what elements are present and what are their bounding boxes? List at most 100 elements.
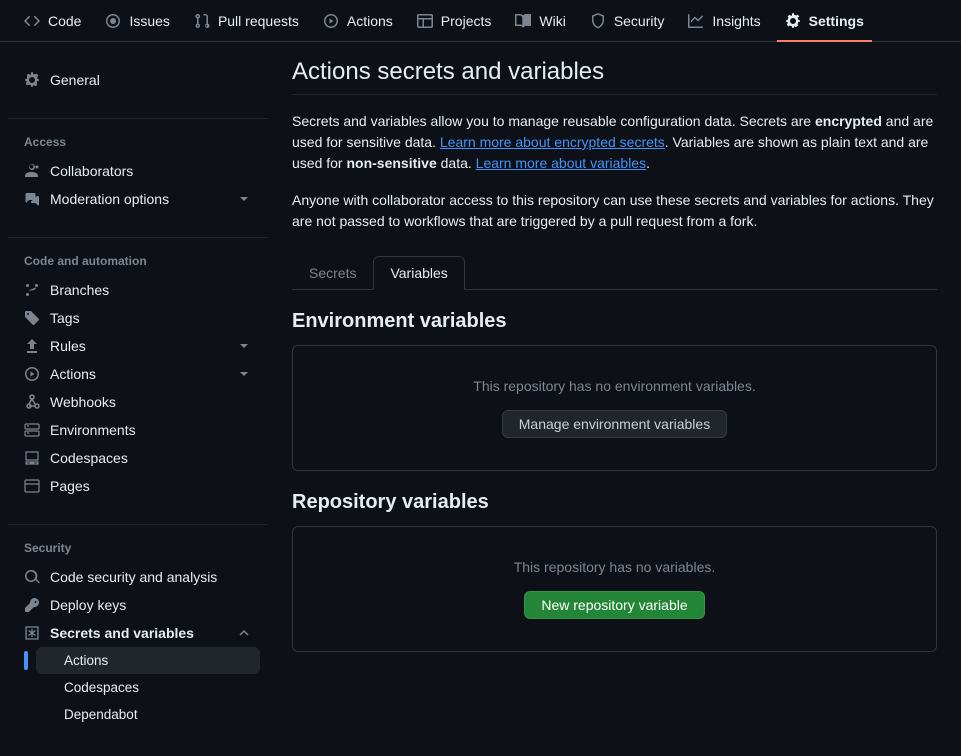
comment-discussion-icon [24, 191, 40, 207]
manage-environment-variables-button[interactable]: Manage environment variables [502, 410, 727, 438]
repo-empty-text: This repository has no variables. [309, 559, 920, 575]
intro-seg: data. [437, 155, 476, 171]
nav-issues-label: Issues [129, 13, 169, 29]
tag-icon [24, 310, 40, 326]
chevron-down-icon [236, 338, 252, 354]
sidebar-item-branches[interactable]: Branches [16, 276, 260, 304]
nav-pull-requests[interactable]: Pull requests [186, 0, 307, 41]
nav-projects[interactable]: Projects [409, 0, 500, 41]
sidebar-subgroup-secrets: Actions Codespaces Dependabot [16, 647, 260, 728]
browser-icon [24, 478, 40, 494]
link-variables[interactable]: Learn more about variables [476, 155, 646, 171]
sidebar-item-label: Environments [50, 422, 136, 438]
codescan-icon [24, 569, 40, 585]
graph-icon [688, 13, 704, 29]
sidebar-item-actions[interactable]: Actions [16, 360, 260, 388]
sidebar-item-collaborators[interactable]: Collaborators [16, 157, 260, 185]
sidebar-item-rules[interactable]: Rules [16, 332, 260, 360]
gear-icon [24, 72, 40, 88]
nav-actions-label: Actions [347, 13, 393, 29]
tab-variables[interactable]: Variables [373, 256, 464, 290]
sidebar-item-label: Actions [64, 653, 108, 668]
sidebar-item-label: Actions [50, 366, 96, 382]
sidebar-item-deploy-keys[interactable]: Deploy keys [16, 591, 260, 619]
nav-code[interactable]: Code [16, 0, 89, 41]
chevron-up-icon [236, 625, 252, 641]
environment-variables-box: This repository has no environment varia… [292, 345, 937, 471]
repo-nav: Code Issues Pull requests Actions Projec… [0, 0, 961, 42]
nav-wiki[interactable]: Wiki [507, 0, 573, 41]
nav-settings-label: Settings [809, 13, 864, 29]
nav-code-label: Code [48, 13, 81, 29]
sidebar-item-pages[interactable]: Pages [16, 472, 260, 500]
sidebar-subitem-dependabot[interactable]: Dependabot [36, 701, 260, 728]
nav-pr-label: Pull requests [218, 13, 299, 29]
sidebar-subitem-actions[interactable]: Actions [36, 647, 260, 674]
git-branch-icon [24, 282, 40, 298]
sidebar-subitem-codespaces[interactable]: Codespaces [36, 674, 260, 701]
play-icon [323, 13, 339, 29]
people-icon [24, 163, 40, 179]
codespaces-icon [24, 450, 40, 466]
sidebar-item-code-security[interactable]: Code security and analysis [16, 563, 260, 591]
intro-seg: . [646, 155, 650, 171]
intro-text: Secrets and variables allow you to manag… [292, 111, 937, 232]
secrets-variables-tabs: Secrets Variables [292, 256, 937, 290]
intro-strong: non-sensitive [346, 155, 436, 171]
sidebar-item-label: Codespaces [64, 680, 139, 695]
sidebar-item-label: Tags [50, 310, 80, 326]
intro-seg: Secrets and variables allow you to manag… [292, 113, 815, 129]
intro-strong: encrypted [815, 113, 882, 129]
settings-sidebar: General Access Collaborators Moderation … [0, 42, 276, 756]
server-icon [24, 422, 40, 438]
sidebar-item-moderation[interactable]: Moderation options [16, 185, 260, 213]
sidebar-item-secrets-variables[interactable]: Secrets and variables [16, 619, 260, 647]
nav-wiki-label: Wiki [539, 13, 565, 29]
book-icon [515, 13, 531, 29]
tab-secrets[interactable]: Secrets [292, 256, 373, 290]
sidebar-item-label: Rules [50, 338, 86, 354]
heading-environment-variables: Environment variables [292, 310, 937, 333]
chevron-down-icon [236, 191, 252, 207]
sidebar-item-codespaces[interactable]: Codespaces [16, 444, 260, 472]
nav-settings[interactable]: Settings [777, 0, 872, 41]
sidebar-item-label: Deploy keys [50, 597, 126, 613]
sidebar-item-label: Secrets and variables [50, 625, 194, 641]
play-icon [24, 366, 40, 382]
new-repository-variable-button[interactable]: New repository variable [524, 591, 704, 619]
nav-security-label: Security [614, 13, 665, 29]
table-icon [417, 13, 433, 29]
key-icon [24, 597, 40, 613]
sidebar-item-label: Codespaces [50, 450, 128, 466]
issue-icon [105, 13, 121, 29]
nav-insights-label: Insights [712, 13, 760, 29]
nav-insights[interactable]: Insights [680, 0, 768, 41]
sidebar-item-label: Moderation options [50, 191, 169, 207]
sidebar-item-label: Pages [50, 478, 90, 494]
git-pull-request-icon [194, 13, 210, 29]
nav-issues[interactable]: Issues [97, 0, 177, 41]
intro-paragraph-2: Anyone with collaborator access to this … [292, 190, 937, 232]
repository-variables-box: This repository has no variables. New re… [292, 526, 937, 652]
sidebar-item-general[interactable]: General [16, 66, 260, 94]
shield-icon [590, 13, 606, 29]
sidebar-item-tags[interactable]: Tags [16, 304, 260, 332]
nav-actions[interactable]: Actions [315, 0, 401, 41]
main-content: Actions secrets and variables Secrets an… [276, 42, 961, 756]
chevron-down-icon [236, 366, 252, 382]
sidebar-item-webhooks[interactable]: Webhooks [16, 388, 260, 416]
link-encrypted-secrets[interactable]: Learn more about encrypted secrets [440, 134, 665, 150]
gear-icon [785, 13, 801, 29]
nav-projects-label: Projects [441, 13, 492, 29]
webhook-icon [24, 394, 40, 410]
sidebar-item-label: Code security and analysis [50, 569, 217, 585]
sidebar-item-label: Dependabot [64, 707, 138, 722]
page-title: Actions secrets and variables [292, 58, 937, 95]
sidebar-item-label: Collaborators [50, 163, 133, 179]
env-empty-text: This repository has no environment varia… [309, 378, 920, 394]
sidebar-item-label: Branches [50, 282, 109, 298]
sidebar-item-environments[interactable]: Environments [16, 416, 260, 444]
nav-security[interactable]: Security [582, 0, 673, 41]
heading-repository-variables: Repository variables [292, 491, 937, 514]
sidebar-heading-access: Access [16, 135, 260, 157]
